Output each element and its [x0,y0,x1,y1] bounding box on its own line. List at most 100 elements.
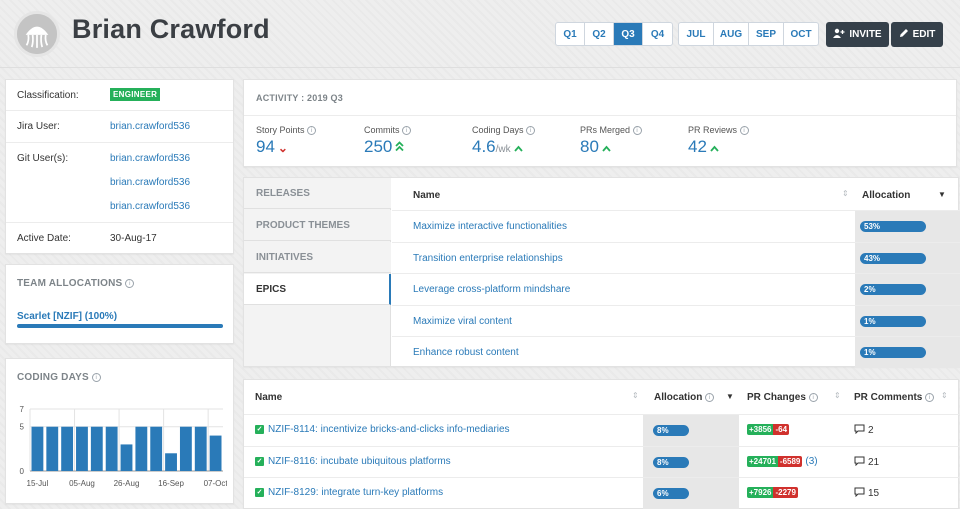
epic-name-link[interactable]: Enhance robust content [413,347,519,358]
pr-count-link[interactable]: (3) [805,456,817,467]
issues-pr-changes-header[interactable]: PR Changes [747,392,806,403]
month-oct-button[interactable]: OCT [784,23,818,45]
git-user-link[interactable]: brian.crawford536 [110,201,190,212]
trend-up-icon [513,141,523,155]
metric: PRs Merged i 80 [580,125,642,157]
avatar[interactable] [14,11,60,57]
comment-icon [854,487,865,500]
epic-name-link[interactable]: Maximize interactive functionalities [413,221,567,232]
sort-desc-icon[interactable]: ▼ [938,190,946,199]
issues-allocation-header[interactable]: Allocation [654,392,702,403]
coding-days-title: CODING DAYS [17,372,89,383]
pr-additions: +7926 [747,487,774,498]
issues-table: Name ⇕ Allocation i ▼ PR Changes i ⇕ PR … [243,379,960,509]
git-user-link[interactable]: brian.crawford536 [110,177,190,188]
bar [61,426,74,471]
bar [120,444,133,471]
invite-button[interactable]: INVITE [826,22,889,47]
quarter-q3-button[interactable]: Q3 [614,23,643,45]
issue-name-link[interactable]: NZIF-8129: integrate turn-key platforms [268,487,443,498]
epic-row[interactable]: Maximize viral content 1% [392,304,960,337]
allocation-pill: 2% [860,284,926,295]
epics-allocation-header[interactable]: Allocation [862,190,910,201]
comment-icon [854,424,865,437]
issue-row[interactable]: ✓ NZIF-8129: integrate turn-key platforms… [244,477,960,509]
comment-count: 15 [868,488,880,499]
comment-count: 21 [868,456,880,468]
month-aug-button[interactable]: AUG [714,23,749,45]
tab-releases[interactable]: RELEASES [244,178,391,209]
quarter-selector: Q1 Q2 Q3 Q4 [555,22,673,46]
bar [90,426,103,471]
epic-name-link[interactable]: Leverage cross-platform mindshare [413,284,570,295]
git-user-link[interactable]: brian.crawford536 [110,153,190,164]
month-sep-button[interactable]: SEP [749,23,784,45]
epic-row[interactable]: Maximize interactive functionalities 53% [392,210,960,242]
quarter-q4-button[interactable]: Q4 [643,23,672,45]
sort-desc-icon[interactable]: ▼ [726,392,734,401]
sort-icon[interactable]: ⇕ [632,391,639,400]
info-icon[interactable]: i [307,126,317,135]
quarter-q2-button[interactable]: Q2 [585,23,614,45]
sort-icon[interactable]: ⇕ [842,189,849,198]
metric-value: 250 [364,137,393,156]
edit-label: EDIT [912,29,936,40]
pr-comments: 21 [854,456,879,469]
metric-label: Coding Days [472,125,524,135]
quarter-q1-button[interactable]: Q1 [556,23,585,45]
info-icon[interactable]: i [705,393,715,402]
tab-product-themes[interactable]: PRODUCT THEMES [244,210,391,241]
issues-name-header[interactable]: Name [255,392,282,403]
epic-row[interactable]: Enhance robust content 1% [392,336,960,368]
info-icon[interactable]: i [925,393,935,402]
edit-button[interactable]: EDIT [891,22,943,47]
epic-row[interactable]: Transition enterprise relationships 43% [392,241,960,274]
tab-initiatives[interactable]: INITIATIVES [244,242,391,273]
info-icon[interactable]: i [91,373,101,382]
team-allocation-link[interactable]: Scarlet [NZIF] (100%) [17,311,117,322]
classification-badge: ENGINEER [110,88,161,101]
team-allocations-title: TEAM ALLOCATIONS [17,278,123,289]
bar [135,426,148,471]
info-icon[interactable]: i [632,126,642,135]
allocation-pill: 8% [653,456,689,468]
issue-row[interactable]: ✓ NZIF-8116: incubate ubiquitous platform… [244,445,960,478]
trend-down-icon: ⌄ [277,141,288,155]
pr-comments: 15 [854,487,879,500]
info-icon[interactable]: i [526,126,536,135]
metric: PR Reviews i 42 [688,125,749,157]
issue-row[interactable]: ✓ NZIF-8114: incentivize bricks-and-click… [244,414,960,446]
sort-icon[interactable]: ⇕ [834,391,841,400]
y-tick-label: 0 [20,467,25,476]
metric-value: 94 [256,137,275,156]
issues-pr-comments-header[interactable]: PR Comments [854,392,922,403]
bar [76,426,88,471]
info-icon[interactable]: i [125,279,135,288]
trend-up-icon [710,141,719,155]
month-jul-button[interactable]: JUL [679,23,714,45]
trend-double-up-icon [395,141,405,155]
epic-row[interactable]: Leverage cross-platform mindshare 2% [392,273,960,305]
sort-icon[interactable]: ⇕ [941,391,948,400]
x-tick-label: 26-Aug [114,479,140,488]
issue-name-link[interactable]: NZIF-8114: incentivize bricks-and-clicks… [268,424,510,435]
tab-epics[interactable]: EPICS [244,274,391,305]
epic-name-link[interactable]: Transition enterprise relationships [413,253,563,264]
epics-name-header[interactable]: Name [413,190,440,201]
coding-days-card: CODING DAYS i 0 5 7 15-Jul 05-Aug 26-Aug 16-Se… [5,358,234,504]
metric-label: Story Points [256,125,305,135]
checkbox-checked-icon: ✓ [255,488,264,497]
x-tick-label: 07-Oct [204,479,227,488]
metric-value: 42 [688,137,707,156]
metric-value: 4.6 [472,137,496,156]
info-icon[interactable]: i [402,126,412,135]
issue-name-link[interactable]: NZIF-8116: incubate ubiquitous platforms [268,456,451,467]
info-icon[interactable]: i [808,393,818,402]
invite-label: INVITE [849,29,882,40]
info-icon[interactable]: i [739,126,749,135]
pencil-icon [899,28,909,41]
bar [105,426,118,471]
jellyfish-icon [17,14,57,54]
epic-name-link[interactable]: Maximize viral content [413,316,512,327]
jira-user-link[interactable]: brian.crawford536 [110,121,190,132]
